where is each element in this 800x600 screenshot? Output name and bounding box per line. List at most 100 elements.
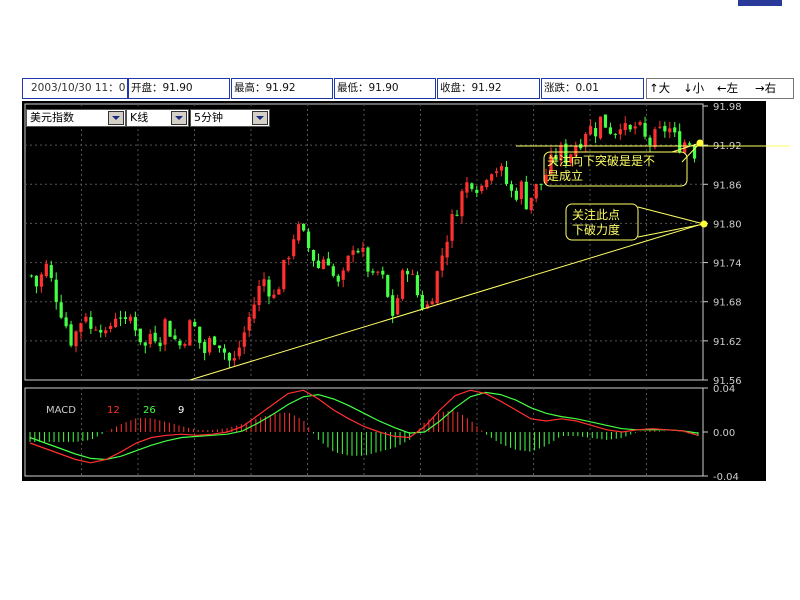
- trend-marker-dot: [700, 220, 708, 228]
- candle-body: [410, 273, 415, 275]
- candle-body: [598, 116, 603, 139]
- macd-series-12: [29, 389, 699, 464]
- price-tick-label: 91.80: [713, 219, 742, 230]
- candle-body: [430, 301, 434, 305]
- candle-body: [524, 181, 528, 210]
- candle-body: [445, 241, 449, 258]
- upper-marker-dot: [696, 139, 704, 147]
- candle-body: [648, 137, 652, 146]
- candle-body: [539, 183, 543, 185]
- price-tick-label: 91.86: [713, 180, 742, 191]
- candle-body: [376, 271, 380, 273]
- candle-body: [247, 316, 251, 331]
- candle-body: [109, 325, 113, 330]
- candle-body: [183, 344, 187, 346]
- candle-body: [316, 260, 321, 269]
- candle-body: [668, 128, 672, 133]
- annotation-2: 关注此点 下破力度: [565, 203, 705, 241]
- candle-body: [608, 127, 613, 134]
- candle-body: [49, 265, 53, 278]
- macd-lines: [29, 389, 699, 464]
- candle-body: [232, 358, 236, 361]
- price-tick-label: 91.92: [713, 141, 742, 152]
- candle-body: [272, 294, 276, 298]
- macd-signal-param: 9: [178, 405, 184, 416]
- candle-body: [366, 247, 370, 272]
- candle-body: [346, 255, 350, 271]
- candle-body: [198, 326, 202, 343]
- price-tick-label: 91.98: [713, 102, 742, 113]
- candle-body: [371, 271, 375, 273]
- candle-body: [222, 348, 227, 353]
- macd-fast-param: 12: [107, 405, 120, 416]
- candle-body: [138, 328, 142, 343]
- chevron-down-icon[interactable]: [171, 111, 187, 125]
- macd-frame: [24, 387, 704, 477]
- candle-body: [613, 133, 617, 135]
- candle-body: [658, 126, 662, 128]
- candle-body: [267, 279, 271, 297]
- candle-body: [79, 323, 83, 333]
- chart-style-select[interactable]: K线: [126, 109, 189, 127]
- macd-tick-label: 0.04: [713, 384, 735, 395]
- candle-body: [391, 295, 395, 316]
- candle-body: [361, 247, 365, 252]
- candle-body: [153, 332, 157, 342]
- candle-body: [143, 342, 147, 346]
- chevron-down-icon[interactable]: [252, 111, 268, 125]
- period-select-value: 5分钟: [194, 111, 223, 124]
- candle-body: [277, 289, 281, 295]
- candle-body: [297, 224, 301, 241]
- price-tick-label: 91.74: [713, 259, 742, 270]
- period-select[interactable]: 5分钟: [190, 109, 270, 127]
- candle-body: [673, 127, 677, 133]
- candle-body: [292, 239, 296, 257]
- candle-body: [485, 180, 489, 188]
- candle-body: [104, 330, 108, 334]
- candle-body: [351, 250, 355, 255]
- candle-body: [99, 329, 103, 333]
- candle-body: [69, 324, 73, 346]
- candle-body: [623, 123, 627, 131]
- candle-body: [133, 317, 137, 331]
- candle-body: [470, 183, 474, 189]
- candle-body: [440, 255, 444, 271]
- chart-canvas: 91.9891.9291.8691.8091.7491.6891.6291.56…: [24, 102, 790, 483]
- candle-body: [282, 259, 286, 290]
- candle-body: [321, 259, 326, 270]
- candle-body: [29, 275, 34, 277]
- candle-body: [212, 336, 217, 345]
- candle-body: [208, 337, 212, 353]
- candle-body: [64, 317, 68, 327]
- symbol-select[interactable]: 美元指数: [26, 109, 126, 127]
- candle-body: [242, 332, 246, 347]
- candle-body: [188, 320, 192, 346]
- candle-body: [400, 270, 405, 299]
- candle-body: [84, 316, 88, 322]
- candle-body: [123, 317, 128, 319]
- candle-body: [148, 333, 152, 345]
- candle-body: [534, 184, 538, 199]
- candle-body: [163, 319, 167, 345]
- annotation-2-line1: 关注此点: [572, 207, 620, 222]
- candle-body: [584, 133, 588, 147]
- candle-body: [435, 271, 439, 304]
- macd-grid: [24, 387, 704, 477]
- annotation-2-pointer-2: [637, 223, 705, 238]
- candle-body: [633, 126, 637, 129]
- candle-body: [514, 190, 518, 200]
- candle-body: [74, 331, 78, 347]
- candle-body: [405, 270, 410, 275]
- candle-body: [193, 321, 197, 327]
- candle-body: [128, 316, 133, 321]
- candle-body: [381, 270, 385, 275]
- candle-body: [217, 345, 222, 348]
- candle-body: [519, 181, 523, 200]
- candle-body: [663, 125, 667, 132]
- annotation-1-line1: 关注向下突破是是不: [547, 153, 655, 168]
- chevron-down-icon[interactable]: [108, 111, 124, 125]
- candle-body: [593, 128, 598, 137]
- candle-body: [331, 266, 335, 276]
- candle-body: [386, 275, 390, 297]
- candle-body: [39, 274, 43, 287]
